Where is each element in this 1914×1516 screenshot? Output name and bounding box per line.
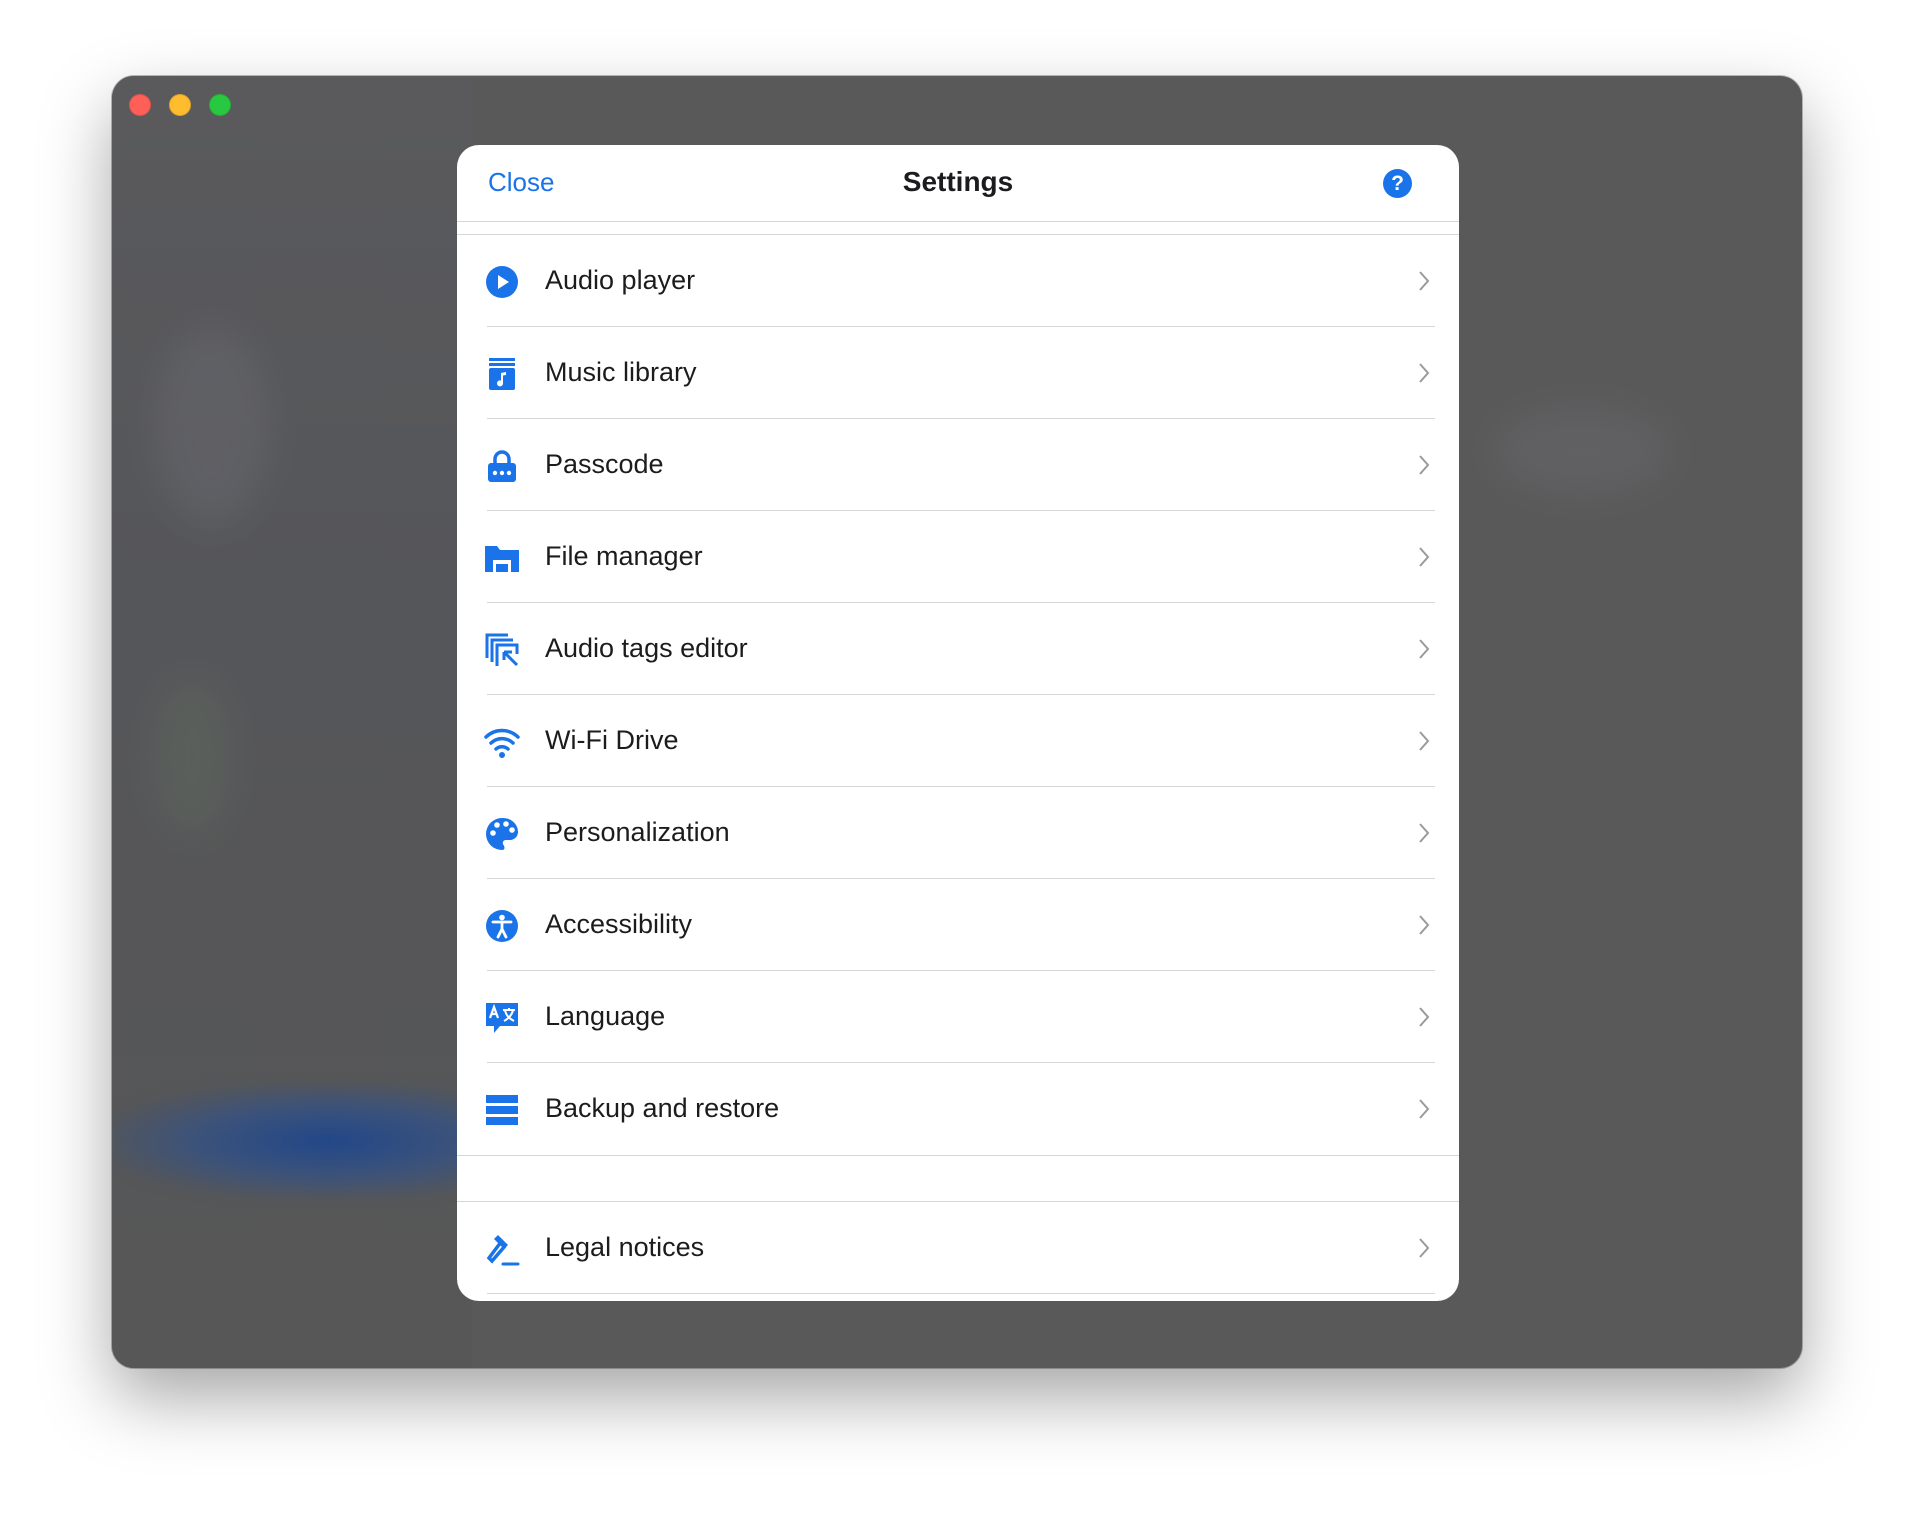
settings-item-personalization[interactable]: Personalization <box>457 787 1459 879</box>
backup-icon <box>486 1095 518 1125</box>
settings-item-passcode[interactable]: Passcode <box>457 419 1459 511</box>
settings-item-language[interactable]: Language <box>457 971 1459 1063</box>
settings-item-label: Language <box>545 1001 666 1031</box>
chevron-right-icon <box>1419 1099 1430 1119</box>
settings-item-label: Backup and restore <box>545 1093 780 1123</box>
window-controls <box>129 94 231 116</box>
settings-dialog: Close Settings ? Audio player Music libr… <box>457 145 1459 1301</box>
settings-item-audio-tags-editor[interactable]: Audio tags editor <box>457 603 1459 695</box>
chevron-right-icon <box>1419 363 1430 383</box>
blurred-background-shape <box>1492 406 1672 496</box>
play-circle-icon <box>486 266 518 298</box>
translate-icon <box>486 1003 518 1033</box>
chevron-right-icon <box>1419 823 1430 843</box>
settings-item-wifi-drive[interactable]: Wi-Fi Drive <box>457 695 1459 787</box>
legal-list: Legal notices <box>457 1202 1459 1294</box>
gavel-icon <box>486 1235 520 1266</box>
accessibility-icon <box>486 910 518 942</box>
settings-item-music-library[interactable]: Music library <box>457 327 1459 419</box>
settings-list: Audio player Music library Passcode File… <box>457 235 1459 1155</box>
window-minimize-button[interactable] <box>169 94 191 116</box>
chevron-right-icon <box>1419 547 1430 567</box>
settings-item-label: Wi-Fi Drive <box>545 725 679 755</box>
settings-item-label: Music library <box>545 357 697 387</box>
chevron-right-icon <box>1419 455 1430 475</box>
wifi-icon <box>484 728 520 758</box>
dialog-header: Close Settings ? <box>457 145 1459 222</box>
tags-editor-icon <box>485 633 519 667</box>
blurred-background-shape <box>152 326 272 526</box>
settings-item-file-manager[interactable]: File manager <box>457 511 1459 603</box>
settings-item-backup-and-restore[interactable]: Backup and restore <box>457 1063 1459 1155</box>
music-library-icon <box>489 358 515 390</box>
window-zoom-button[interactable] <box>209 94 231 116</box>
palette-icon <box>486 817 519 850</box>
row-separator <box>487 1293 1435 1294</box>
settings-item-label: Passcode <box>545 449 664 479</box>
chevron-right-icon <box>1419 1238 1430 1258</box>
help-icon[interactable]: ? <box>1383 169 1412 198</box>
chevron-right-icon <box>1419 639 1430 659</box>
chevron-right-icon <box>1419 1007 1430 1027</box>
lock-icon <box>488 450 516 482</box>
settings-item-label: Audio tags editor <box>545 633 748 663</box>
settings-item-label: Legal notices <box>545 1232 705 1262</box>
section-spacer <box>457 222 1459 235</box>
settings-item-accessibility[interactable]: Accessibility <box>457 879 1459 971</box>
settings-item-legal-notices[interactable]: Legal notices <box>457 1202 1459 1294</box>
settings-item-label: Accessibility <box>545 909 693 939</box>
chevron-right-icon <box>1419 915 1430 935</box>
blurred-background-shape <box>152 676 232 836</box>
settings-item-label: File manager <box>545 541 703 571</box>
folder-icon <box>485 546 519 572</box>
section-spacer <box>457 1155 1459 1202</box>
settings-item-audio-player[interactable]: Audio player <box>457 235 1459 327</box>
window-close-button[interactable] <box>129 94 151 116</box>
settings-item-label: Audio player <box>545 265 696 295</box>
chevron-right-icon <box>1419 271 1430 291</box>
chevron-right-icon <box>1419 731 1430 751</box>
settings-item-label: Personalization <box>545 817 730 847</box>
blurred-selected-item <box>112 1086 472 1196</box>
dialog-title: Settings <box>902 166 1014 197</box>
